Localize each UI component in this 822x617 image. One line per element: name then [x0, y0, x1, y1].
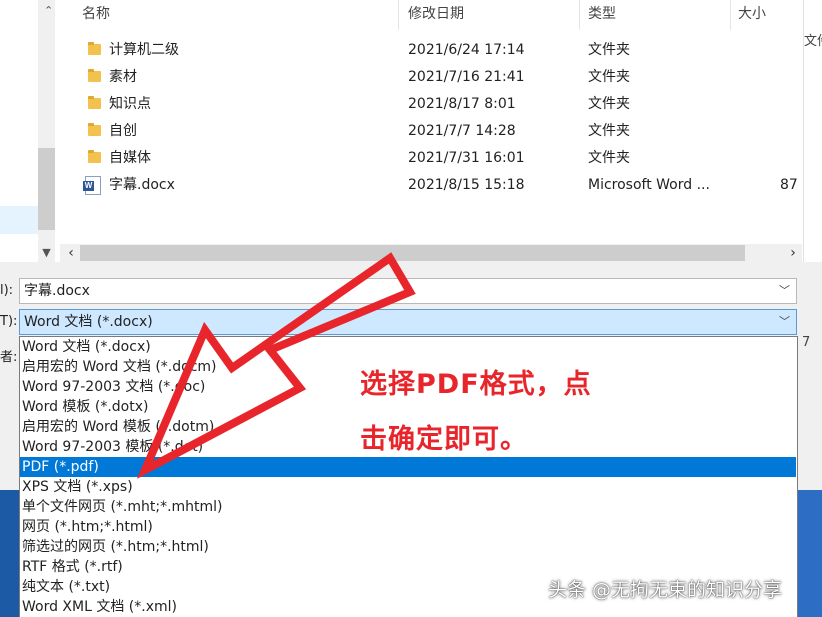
- annotation-text-line2: 击确定即可。: [360, 424, 528, 455]
- watermark: 头条 @无拘无束的知识分享: [548, 579, 783, 601]
- annotation-text-line1: 选择PDF格式，点: [360, 369, 592, 400]
- annotation-arrow-icon: [136, 252, 416, 479]
